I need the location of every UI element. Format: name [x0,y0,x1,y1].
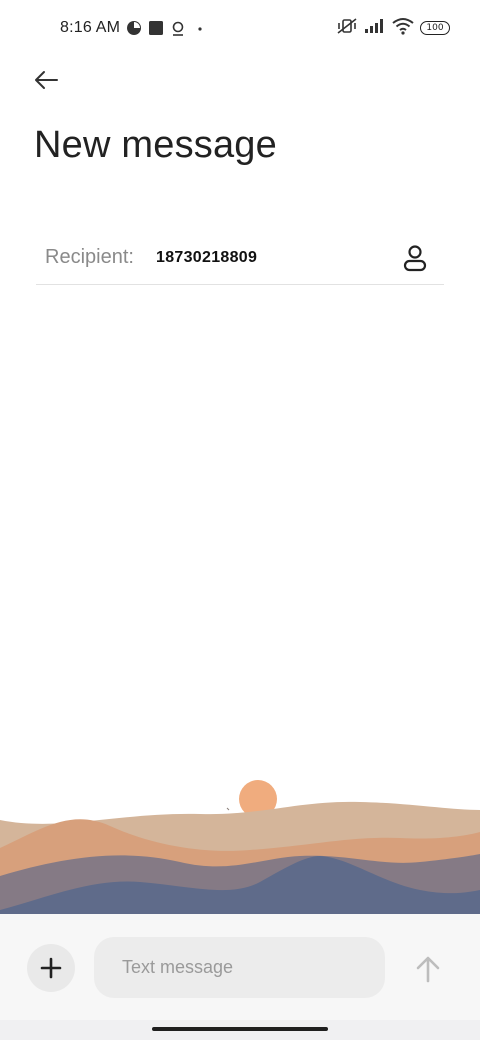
status-left: 8:16 AM [60,17,208,39]
back-arrow-icon [35,71,58,89]
status-right: 100 [336,17,450,39]
battery-icon: 100 [420,21,450,35]
contact-picker-button[interactable] [400,242,430,274]
recipient-label: Recipient: [45,246,134,268]
signal-icon [364,18,386,39]
plus-icon [40,957,62,979]
wifi-icon [392,17,414,40]
send-button[interactable] [410,951,446,987]
message-input[interactable] [94,937,385,998]
recipient-value[interactable]: 18730218809 [156,249,257,267]
status-bar: 8:16 AM 100 [0,0,480,56]
pie-status-icon [126,20,142,36]
add-attachment-button[interactable] [27,944,75,992]
dot-icon [192,20,208,36]
nav-bar [0,1020,480,1040]
landscape-illustration [0,780,480,915]
status-time: 8:16 AM [60,19,121,36]
recipient-row[interactable]: Recipient: 18730218809 [36,232,444,285]
back-button[interactable] [28,62,64,98]
square-status-icon [148,20,164,36]
up-arrow-icon [416,956,440,983]
person-icon [403,245,427,272]
home-indicator[interactable] [152,1027,328,1031]
location-pin-icon [170,20,186,36]
compose-bar [0,914,480,1020]
muted-vibrate-icon [336,17,358,40]
page-title: New message [34,124,277,166]
